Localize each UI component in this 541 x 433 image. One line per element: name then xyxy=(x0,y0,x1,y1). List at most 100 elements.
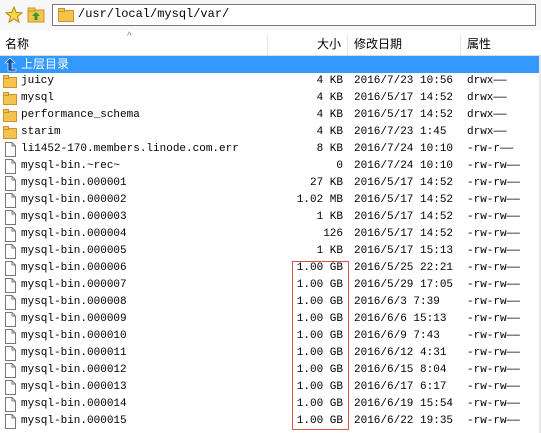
file-modified: 2016/6/6 15:13 xyxy=(354,313,447,325)
file-attributes: -rw-rw—— xyxy=(467,160,520,172)
file-attributes: -rw-rw—— xyxy=(467,177,520,189)
file-icon xyxy=(5,142,16,157)
file-size: 1.00 GB xyxy=(296,330,343,342)
file-attributes: -rw-rw—— xyxy=(467,330,520,342)
parent-dir-icon xyxy=(4,57,17,72)
file-icon xyxy=(5,380,16,395)
file-name: mysql-bin.000003 xyxy=(21,211,127,223)
folder-up-icon[interactable] xyxy=(27,6,45,24)
file-name: mysql-bin.~rec~ xyxy=(21,160,121,172)
file-row[interactable]: mysql-bin.000003 1 KB 2016/5/17 14:52 -rw-r… xyxy=(0,209,541,226)
star-icon[interactable] xyxy=(5,6,23,24)
folder-icon xyxy=(3,109,17,122)
file-modified: 2016/6/9 7:43 xyxy=(354,330,440,342)
file-modified: 2016/6/12 4:31 xyxy=(354,347,447,359)
file-modified: 2016/5/17 14:52 xyxy=(354,109,454,121)
file-attributes: drwx—— xyxy=(467,92,507,104)
file-row[interactable]: mysql-bin.000015 1.00 GB 2016/6/22 19:35 -r… xyxy=(0,413,541,430)
parent-directory-row[interactable]: 上层目录 xyxy=(0,56,541,73)
file-attributes: -rw-rw—— xyxy=(467,228,520,240)
folder-row[interactable]: starim 4 KB 2016/7/23 1:45 drwx—— xyxy=(0,124,541,141)
file-name: mysql-bin.000006 xyxy=(21,262,127,274)
file-attributes: -rw-rw—— xyxy=(467,296,520,308)
file-size: 126 xyxy=(323,228,343,240)
file-icon xyxy=(5,261,16,276)
file-size: 1.00 GB xyxy=(296,296,343,308)
folder-row[interactable]: performance_schema 4 KB 2016/5/17 14:52 drw… xyxy=(0,107,541,124)
file-row[interactable]: mysql-bin.000002 1.02 MB 2016/5/17 14:52 -r… xyxy=(0,192,541,209)
file-name: mysql-bin.000001 xyxy=(21,177,127,189)
folder-row[interactable]: juicy 4 KB 2016/7/23 10:56 drwx—— xyxy=(0,73,541,90)
file-attributes: drwx—— xyxy=(467,126,507,138)
column-attributes-header[interactable]: 属性 xyxy=(461,34,541,55)
file-size: 1.00 GB xyxy=(296,313,343,325)
path-text: /usr/local/mysql/var/ xyxy=(78,7,230,21)
file-row[interactable]: mysql-bin.000007 1.00 GB 2016/5/29 17:05 -r… xyxy=(0,277,541,294)
file-attributes: -rw-rw—— xyxy=(467,245,520,257)
file-modified: 2016/7/24 10:10 xyxy=(354,160,454,172)
file-name: mysql-bin.000015 xyxy=(21,415,127,427)
file-size: 27 KB xyxy=(309,177,343,189)
file-row[interactable]: mysql-bin.000006 1.00 GB 2016/5/25 22:21 -r… xyxy=(0,260,541,277)
file-size: 1.00 GB xyxy=(296,347,343,359)
file-size: 4 KB xyxy=(316,126,343,138)
file-row[interactable]: mysql-bin.000011 1.00 GB 2016/6/12 4:31 -rw… xyxy=(0,345,541,362)
folder-row[interactable]: mysql 4 KB 2016/5/17 14:52 drwx—— xyxy=(0,90,541,107)
file-icon xyxy=(5,397,16,412)
file-icon xyxy=(5,244,16,259)
file-icon xyxy=(5,414,16,429)
file-modified: 2016/6/19 15:54 xyxy=(354,398,454,410)
column-modified-header[interactable]: 修改日期 xyxy=(348,34,461,55)
file-name: performance_schema xyxy=(21,109,140,121)
file-icon xyxy=(5,176,16,191)
file-size: 1 KB xyxy=(316,211,343,223)
file-attributes: -rw-rw—— xyxy=(467,194,520,206)
file-name: mysql-bin.000007 xyxy=(21,279,127,291)
file-size: 1 KB xyxy=(316,245,343,257)
file-attributes: -rw-rw—— xyxy=(467,347,520,359)
file-row[interactable]: mysql-bin.000004 126 2016/5/17 14:52 -rw-rw… xyxy=(0,226,541,243)
file-modified: 2016/5/17 14:52 xyxy=(354,92,454,104)
file-icon xyxy=(5,363,16,378)
folder-icon xyxy=(3,92,17,105)
path-input[interactable]: /usr/local/mysql/var/ xyxy=(52,4,536,26)
file-size: 1.00 GB xyxy=(296,381,343,393)
file-name: mysql-bin.000011 xyxy=(21,347,127,359)
column-size-header[interactable]: 大小 xyxy=(268,34,348,55)
file-row[interactable]: mysql-bin.000001 27 KB 2016/5/17 14:52 -rw-… xyxy=(0,175,541,192)
file-name: mysql xyxy=(21,92,55,104)
file-size: 1.00 GB xyxy=(296,262,343,274)
file-name: starim xyxy=(21,126,61,138)
file-name: mysql-bin.000004 xyxy=(21,228,127,240)
file-attributes: -rw-r—— xyxy=(467,143,514,155)
file-row[interactable]: mysql-bin.000008 1.00 GB 2016/6/3 7:39 -rw-… xyxy=(0,294,541,311)
file-attributes: drwx—— xyxy=(467,109,507,121)
file-size: 1.00 GB xyxy=(296,279,343,291)
file-attributes: -rw-rw—— xyxy=(467,211,520,223)
file-modified: 2016/5/17 14:52 xyxy=(354,211,454,223)
file-row[interactable]: mysql-bin.000009 1.00 GB 2016/6/6 15:13 -rw… xyxy=(0,311,541,328)
file-modified: 2016/6/3 7:39 xyxy=(354,296,440,308)
file-row[interactable]: mysql-bin.000014 1.00 GB 2016/6/19 15:54 -r… xyxy=(0,396,541,413)
file-name: mysql-bin.000009 xyxy=(21,313,127,325)
file-modified: 2016/5/17 15:13 xyxy=(354,245,454,257)
file-name: mysql-bin.000002 xyxy=(21,194,127,206)
file-row[interactable]: li1452-170.members.linode.com.err 8 KB 201… xyxy=(0,141,541,158)
file-row[interactable]: mysql-bin.000012 1.00 GB 2016/6/15 8:04 -rw… xyxy=(0,362,541,379)
file-icon xyxy=(5,312,16,327)
file-row[interactable]: mysql-bin.000010 1.00 GB 2016/6/9 7:43 -rw-… xyxy=(0,328,541,345)
file-attributes: -rw-rw—— xyxy=(467,279,520,291)
file-row[interactable]: mysql-bin.000013 1.00 GB 2016/6/17 6:17 -rw… xyxy=(0,379,541,396)
column-name-header[interactable]: 名称 xyxy=(0,34,268,55)
file-row[interactable]: mysql-bin.~rec~ 0 2016/7/24 10:10 -rw-rw—— xyxy=(0,158,541,175)
file-name: li1452-170.members.linode.com.err xyxy=(21,143,239,155)
file-size: 0 xyxy=(336,160,343,172)
file-icon xyxy=(5,346,16,361)
file-name: juicy xyxy=(21,75,55,87)
file-row[interactable]: mysql-bin.000005 1 KB 2016/5/17 15:13 -rw-r… xyxy=(0,243,541,260)
file-modified: 2016/6/15 8:04 xyxy=(354,364,447,376)
file-attributes: -rw-rw—— xyxy=(467,415,520,427)
column-header: ^ 名称 大小 修改日期 属性 xyxy=(0,31,541,56)
file-size: 1.02 MB xyxy=(296,194,343,206)
file-size: 4 KB xyxy=(316,92,343,104)
